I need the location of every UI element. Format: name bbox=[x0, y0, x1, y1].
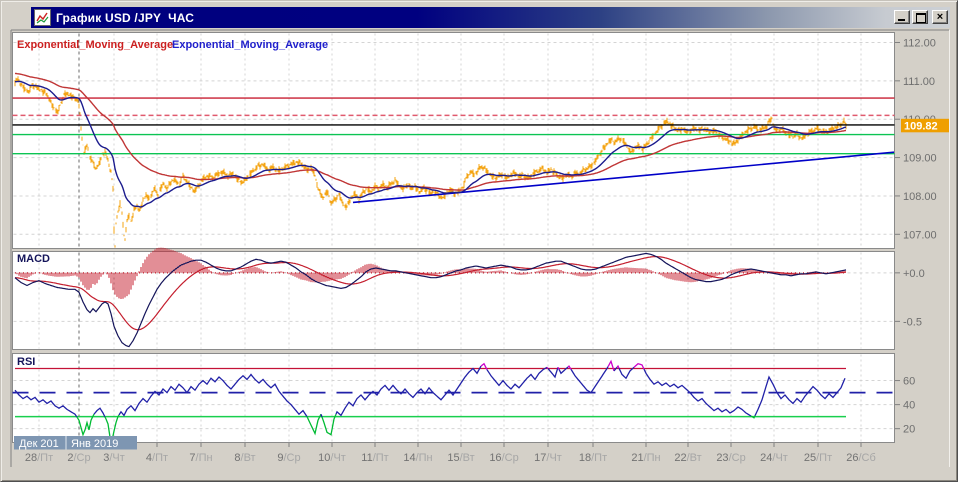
date-label: 28/Пт bbox=[25, 452, 53, 464]
date-label: 21/Пн bbox=[631, 452, 660, 464]
date-label: 16/Ср bbox=[489, 452, 518, 464]
date-label: 15/Вт bbox=[447, 452, 474, 464]
price-axis-labels bbox=[895, 41, 900, 430]
svg-text:+0.0: +0.0 bbox=[903, 268, 925, 280]
svg-text:-0.5: -0.5 bbox=[903, 316, 922, 328]
date-label: 4/Пт bbox=[146, 452, 168, 464]
svg-text:109.00: 109.00 bbox=[903, 153, 937, 165]
date-label: 24/Чт bbox=[760, 452, 788, 464]
date-label: 9/Ср bbox=[277, 452, 300, 464]
chart-window: График USD /JPY ЧАС × Exponential_Moving… bbox=[0, 0, 958, 482]
date-label: 8/Вт bbox=[234, 452, 255, 464]
rsi-label: RSI bbox=[17, 356, 35, 368]
date-label: 23/Ср bbox=[716, 452, 745, 464]
date-label: 17/Чт bbox=[534, 452, 562, 464]
date-label: 11/Пт bbox=[361, 452, 388, 464]
svg-text:20: 20 bbox=[903, 424, 915, 436]
macd-label: MACD bbox=[17, 253, 50, 265]
screenshot-stage: График USD /JPY ЧАС × Exponential_Moving… bbox=[0, 0, 958, 482]
time-axis-labels bbox=[38, 443, 862, 447]
svg-text:108.00: 108.00 bbox=[903, 191, 937, 203]
date-label: 2/Ср bbox=[67, 452, 90, 464]
svg-text:111.00: 111.00 bbox=[903, 76, 935, 88]
svg-text:60: 60 bbox=[903, 376, 915, 388]
svg-text:112.00: 112.00 bbox=[903, 37, 936, 49]
date-label: 7/Пн bbox=[189, 452, 212, 464]
date-label: 18/Пт bbox=[579, 452, 607, 464]
legend-ema-red: Exponential_Moving_Average bbox=[17, 39, 173, 51]
chart-area[interactable]: Exponential_Moving_AverageExponential_Mo… bbox=[1, 1, 958, 482]
svg-text:Янв 2019: Янв 2019 bbox=[71, 438, 118, 450]
date-label: 26/Сб bbox=[846, 452, 876, 464]
legend-ema-blue: Exponential_Moving_Average bbox=[172, 39, 328, 51]
svg-text:107.00: 107.00 bbox=[903, 229, 937, 241]
date-label: 22/Вт bbox=[674, 452, 701, 464]
svg-text:109.82: 109.82 bbox=[904, 120, 938, 132]
date-label: 3/Чт bbox=[103, 452, 125, 464]
main-panel[interactable] bbox=[12, 32, 895, 249]
date-label: 10/Чт bbox=[318, 452, 346, 464]
svg-text:Дек 201: Дек 201 bbox=[19, 438, 59, 450]
date-label: 25/Пт bbox=[804, 452, 832, 464]
date-label: 14/Пн bbox=[403, 452, 432, 464]
svg-text:40: 40 bbox=[903, 400, 915, 412]
